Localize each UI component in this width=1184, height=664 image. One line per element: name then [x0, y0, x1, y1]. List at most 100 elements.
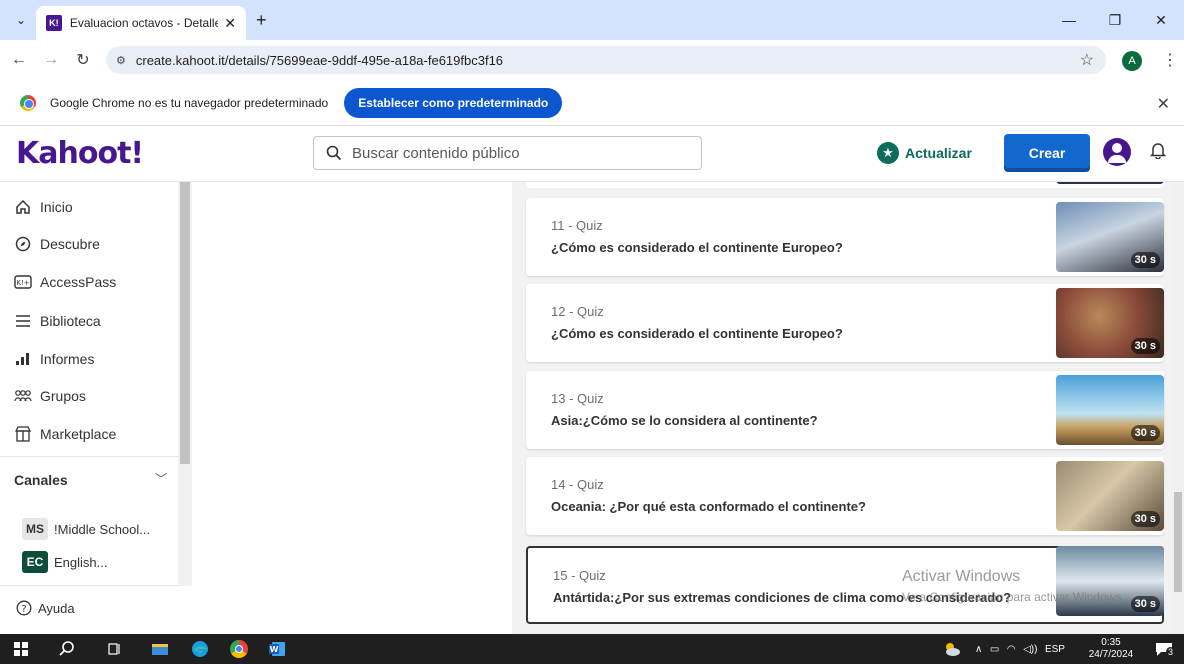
- browser-menu-icon[interactable]: ⋮: [1162, 50, 1178, 70]
- infobar-close-icon[interactable]: ✕: [1157, 94, 1170, 114]
- windows-start-icon[interactable]: [6, 634, 36, 664]
- question-type: 14 - Quiz: [551, 477, 604, 492]
- svg-text:K!+: K!+: [16, 279, 29, 287]
- back-icon[interactable]: ←: [6, 51, 32, 69]
- sidebar-scrollbar-thumb[interactable]: [180, 182, 190, 464]
- sidebar-item-label: Grupos: [40, 388, 86, 404]
- sidebar-item-label: Marketplace: [40, 426, 117, 442]
- question-thumbnail: 30 s: [1056, 546, 1164, 616]
- site-info-icon[interactable]: ⚙: [116, 54, 126, 67]
- kahoot-header: Kahoot! Buscar contenido público ★ Actua…: [0, 126, 1184, 182]
- question-card[interactable]: 12 - Quiz ¿Cómo es considerado el contin…: [526, 284, 1164, 362]
- user-avatar-icon[interactable]: [1103, 138, 1131, 166]
- question-text: ¿Cómo es considerado el continente Europ…: [551, 240, 843, 255]
- profile-avatar[interactable]: A: [1122, 51, 1142, 71]
- window-controls: — ❐ ✕: [1046, 0, 1184, 40]
- infobar-message: Google Chrome no es tu navegador predete…: [50, 95, 329, 110]
- question-thumbnail: 30 s: [1056, 202, 1164, 272]
- sidebar-item-label: AccessPass: [40, 274, 117, 290]
- help-icon: ?: [16, 600, 32, 616]
- edge-icon[interactable]: [185, 634, 215, 664]
- task-view-icon[interactable]: [100, 634, 130, 664]
- sidebar-item-inicio[interactable]: Inicio: [14, 198, 73, 216]
- upgrade-label: Actualizar: [905, 145, 972, 161]
- system-tray[interactable]: ∧ ▭ ◠ ◁)) ESP: [975, 634, 1065, 664]
- bookmark-star-icon[interactable]: ☆: [1080, 50, 1094, 70]
- help-label: Ayuda: [38, 600, 75, 616]
- sidebar-item-descubre[interactable]: Descubre: [14, 235, 100, 253]
- create-button[interactable]: Crear: [1004, 134, 1090, 172]
- file-explorer-icon[interactable]: [145, 634, 175, 664]
- search-icon: [326, 145, 342, 161]
- browser-tab[interactable]: K! Evaluacion octavos - Detalles - ✕: [36, 6, 246, 40]
- question-type: 13 - Quiz: [551, 391, 604, 406]
- group-icon: [14, 387, 32, 405]
- help-link[interactable]: ? Ayuda: [16, 600, 75, 616]
- default-browser-infobar: Google Chrome no es tu navegador predete…: [0, 80, 1184, 126]
- upgrade-star-icon: ★: [877, 142, 899, 164]
- network-icon[interactable]: ▭: [990, 644, 999, 655]
- question-type: 11 - Quiz: [551, 218, 603, 233]
- taskbar-search-icon[interactable]: [52, 634, 82, 664]
- new-tab-icon[interactable]: +: [256, 10, 267, 31]
- omnibox[interactable]: ⚙ create.kahoot.it/details/75699eae-9ddf…: [106, 46, 1106, 74]
- question-card-partial[interactable]: [526, 182, 1164, 188]
- question-card-selected[interactable]: 15 - Quiz Antártida:¿Por sus extremas co…: [526, 546, 1164, 624]
- question-card[interactable]: 14 - Quiz Oceania: ¿Por qué esta conform…: [526, 457, 1164, 535]
- clock[interactable]: 0:35 24/7/2024: [1086, 634, 1136, 664]
- channel-item[interactable]: MS !Middle School...: [22, 518, 150, 540]
- minimize-icon[interactable]: —: [1046, 0, 1092, 40]
- sidebar-item-accesspass[interactable]: K!+ AccessPass: [14, 273, 116, 291]
- tray-chevron-up-icon[interactable]: ∧: [975, 644, 982, 655]
- upgrade-button[interactable]: ★ Actualizar: [877, 142, 972, 164]
- address-bar: ← → ↻ ⚙ create.kahoot.it/details/75699ea…: [0, 40, 1184, 80]
- channels-heading[interactable]: Canales: [14, 472, 68, 488]
- time-badge: 30 s: [1130, 252, 1160, 268]
- wifi-icon[interactable]: ◠: [1007, 644, 1016, 655]
- activate-windows-title: Activar Windows: [902, 568, 1021, 585]
- chrome-taskbar-icon[interactable]: [224, 634, 254, 664]
- question-card[interactable]: 11 - Quiz ¿Cómo es considerado el contin…: [526, 198, 1164, 276]
- tab-search-chevron-icon[interactable]: ⌄: [10, 10, 32, 30]
- chevron-down-icon[interactable]: ﹀: [155, 470, 167, 487]
- restore-icon[interactable]: ❐: [1092, 0, 1138, 40]
- sidebar-item-marketplace[interactable]: Marketplace: [14, 425, 116, 443]
- tab-close-icon[interactable]: ✕: [224, 15, 236, 32]
- question-thumbnail: 30 s: [1056, 461, 1164, 531]
- sidebar-item-informes[interactable]: Informes: [14, 350, 94, 368]
- clock-time: 0:35: [1101, 637, 1121, 648]
- word-icon[interactable]: W: [262, 634, 292, 664]
- home-icon: [14, 198, 32, 216]
- question-list-scrollbar-thumb[interactable]: [1174, 492, 1182, 592]
- clock-date: 24/7/2024: [1088, 649, 1134, 660]
- sidebar-item-label: Informes: [40, 351, 95, 367]
- url-text[interactable]: create.kahoot.it/details/75699eae-9ddf-4…: [136, 53, 503, 68]
- tab-title: Evaluacion octavos - Detalles -: [69, 16, 219, 30]
- sidebar-scrollbar[interactable]: [178, 182, 192, 586]
- weather-icon[interactable]: [940, 634, 964, 664]
- question-card[interactable]: 13 - Quiz Asia:¿Cómo se lo considera al …: [526, 371, 1164, 449]
- list-icon: [14, 312, 32, 330]
- sidebar-item-grupos[interactable]: Grupos: [14, 387, 86, 405]
- kahoot-details-panel: [192, 182, 512, 634]
- question-list-scrollbar[interactable]: [1172, 182, 1184, 634]
- question-thumbnail: 30 s: [1056, 288, 1164, 358]
- question-list: 11 - Quiz ¿Cómo es considerado el contin…: [512, 182, 1172, 634]
- kahoot-logo[interactable]: Kahoot!: [16, 136, 144, 171]
- question-text: Oceania: ¿Por qué esta conformado el con…: [551, 499, 866, 514]
- forward-icon[interactable]: →: [38, 51, 64, 69]
- volume-icon[interactable]: ◁)): [1023, 644, 1037, 655]
- sidebar-divider: [0, 456, 178, 457]
- time-badge: 30 s: [1130, 511, 1160, 527]
- set-default-button[interactable]: Establecer como predeterminado: [344, 87, 563, 118]
- close-window-icon[interactable]: ✕: [1138, 0, 1184, 40]
- reload-icon[interactable]: ↻: [70, 50, 96, 70]
- sidebar-item-biblioteca[interactable]: Biblioteca: [14, 312, 101, 330]
- language-indicator[interactable]: ESP: [1045, 644, 1065, 655]
- notifications-icon[interactable]: 3: [1150, 634, 1178, 664]
- channel-badge: EC: [22, 551, 48, 573]
- store-icon: [14, 425, 32, 443]
- channel-item[interactable]: EC English...: [22, 551, 107, 573]
- search-input[interactable]: Buscar contenido público: [313, 136, 702, 170]
- bell-icon[interactable]: [1150, 141, 1166, 159]
